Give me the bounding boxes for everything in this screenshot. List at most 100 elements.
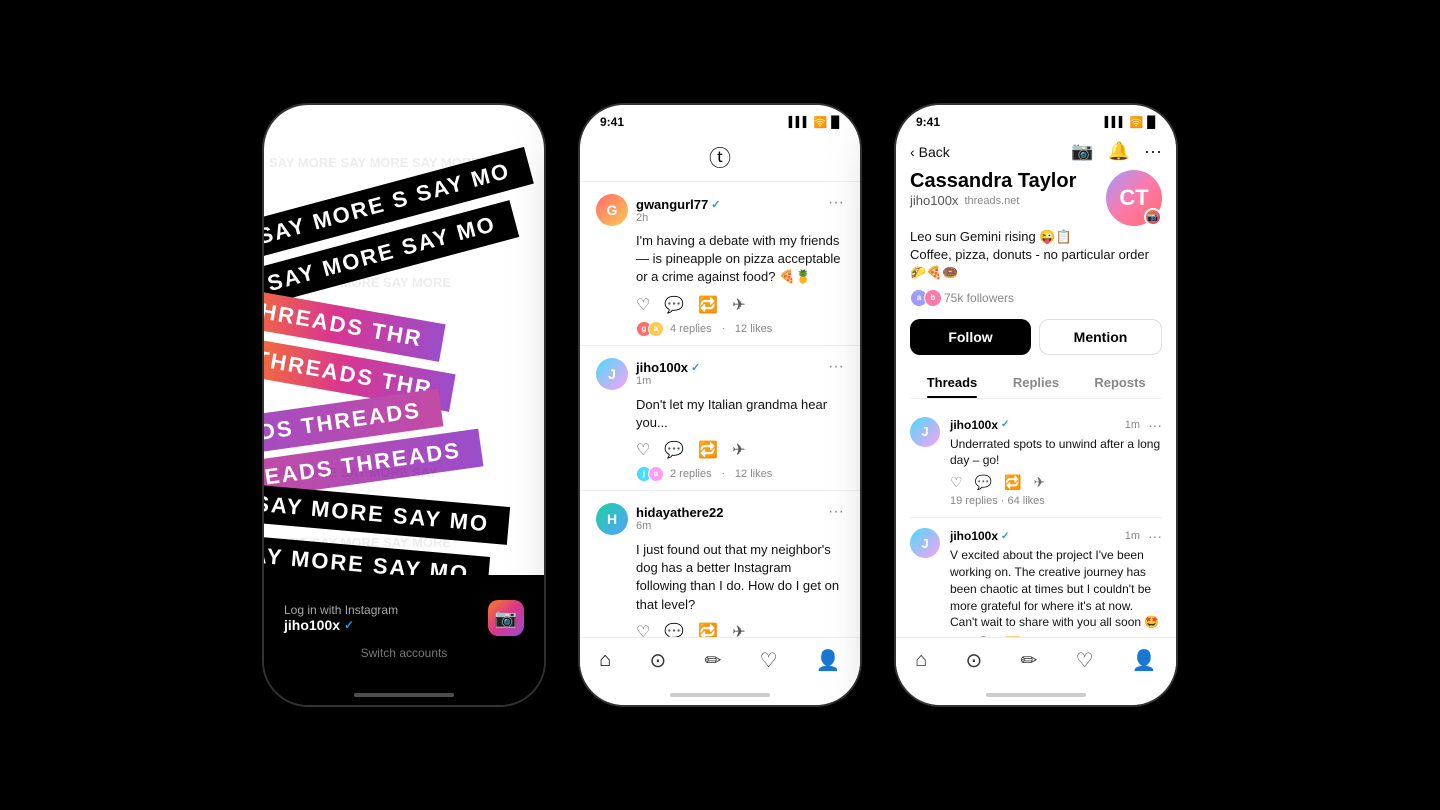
profile-post-2-username: jiho100x ✓ [950, 529, 1009, 543]
phones-container: 9:41 ▌▌▌ 🛜 ▉ SAY MORE S SAY MO SAY MORE … [0, 0, 1440, 810]
status-time-3: 9:41 [916, 115, 940, 129]
post-2-actions: ♡ 💬 🔁 ✈ [636, 440, 844, 460]
feed-scroll[interactable]: G gwangurl77 ✓ 2h ··· I [580, 182, 860, 637]
ig-logo: 📷 [495, 608, 517, 629]
post-3-username: hidayathere22 [636, 505, 723, 520]
post-2-stat-avatars: j a [636, 466, 660, 482]
post-3-more-btn[interactable]: ··· [828, 503, 844, 521]
post-3-user-row: H hidayathere22 6m [596, 503, 723, 535]
mention-button[interactable]: Mention [1039, 319, 1162, 355]
post-2-likes: 12 likes [735, 468, 772, 480]
wifi-icon-3: 🛜 [1130, 116, 1144, 129]
phone-splash: 9:41 ▌▌▌ 🛜 ▉ SAY MORE S SAY MO SAY MORE … [264, 105, 544, 705]
post-3-time: 6m [636, 520, 723, 532]
status-time-2: 9:41 [600, 115, 624, 129]
post-2-user-info: jiho100x ✓ 1m [636, 360, 700, 387]
p-share-1[interactable]: ✈ [1033, 474, 1045, 491]
post-1-stats: g a 4 replies · 12 likes [636, 321, 844, 337]
phone-feed: 9:41 ▌▌▌ 🛜 ▉ ⓣ G [580, 105, 860, 705]
home-indicator-2 [580, 685, 860, 705]
profile-post-2-time: 1m [1125, 530, 1140, 542]
post-2-more-btn[interactable]: ··· [828, 358, 844, 376]
share-icon-2[interactable]: ✈ [732, 440, 745, 460]
profile-tab-profile[interactable]: 👤 [1132, 648, 1157, 673]
post-2-replies: 2 replies [670, 468, 712, 480]
post-1-replies: 4 replies [670, 323, 712, 335]
p-repost-1[interactable]: 🔁 [1004, 474, 1021, 491]
feed-tab-bar: ⌂ ⊙ ✏ ♡ 👤 [580, 637, 860, 685]
profile-handle-row: jiho100x threads.net [910, 193, 1076, 208]
profile-body: Cassandra Taylor jiho100x threads.net CT… [896, 170, 1176, 637]
splash-background: SAY MORE S SAY MO SAY MORE SAY MO THREAD… [264, 105, 544, 585]
post-3-user-info: hidayathere22 6m [636, 505, 723, 532]
share-icon-3[interactable]: ✈ [732, 622, 745, 637]
post-2: J jiho100x ✓ 1m ··· Don [580, 346, 860, 491]
home-indicator-1 [354, 693, 454, 697]
reply-icon-2[interactable]: 💬 [664, 440, 684, 460]
post-1-time: 2h [636, 212, 720, 224]
share-icon-1[interactable]: ✈ [732, 295, 745, 315]
post-1-likes: 12 likes [735, 323, 772, 335]
tab-reposts[interactable]: Reposts [1078, 367, 1162, 398]
instagram-icon[interactable]: 📷 [488, 600, 524, 636]
repost-icon-1[interactable]: 🔁 [698, 295, 718, 315]
post-3: H hidayathere22 6m ··· I just found out … [580, 491, 860, 637]
profile-tab-heart[interactable]: ♡ [1076, 648, 1094, 673]
profile-post-1-content: jiho100x ✓ 1m ··· Underrated spots to un… [950, 417, 1162, 508]
like-icon-1[interactable]: ♡ [636, 295, 650, 315]
profile-post-2-verified: ✓ [1001, 531, 1009, 542]
repost-icon-2[interactable]: 🔁 [698, 440, 718, 460]
tab-heart-icon[interactable]: ♡ [760, 648, 778, 673]
more-options-icon[interactable]: ··· [1144, 141, 1162, 162]
post-2-username: jiho100x ✓ [636, 360, 700, 375]
post-2-user-row: J jiho100x ✓ 1m [596, 358, 700, 390]
profile-buttons: Follow Mention [910, 319, 1162, 355]
switch-accounts-link[interactable]: Switch accounts [361, 646, 448, 660]
profile-post-1-actions: ♡ 💬 🔁 ✈ [950, 474, 1162, 491]
post-1-user-info: gwangurl77 ✓ 2h [636, 197, 720, 224]
verified-badge: ✓ [344, 618, 354, 632]
repost-icon-3[interactable]: 🔁 [698, 622, 718, 637]
threads-logo: ⓣ [709, 141, 731, 173]
like-icon-2[interactable]: ♡ [636, 440, 650, 460]
tab-profile-icon[interactable]: 👤 [816, 648, 841, 673]
p-reply-1[interactable]: 💬 [975, 474, 992, 491]
status-bar-2: 9:41 ▌▌▌ 🛜 ▉ [580, 105, 860, 133]
profile-post-2-avatar: J [910, 528, 940, 558]
tab-threads[interactable]: Threads [910, 367, 994, 398]
profile-topbar: ‹ Back 📷 🔔 ··· [896, 133, 1176, 170]
post-2-avatar: J [596, 358, 628, 390]
profile-post-1-stats: 19 replies · 64 likes [950, 495, 1162, 507]
post-1-more-btn[interactable]: ··· [828, 194, 844, 212]
login-label: Log in with Instagram [284, 603, 398, 617]
profile-tab-home[interactable]: ⌂ [915, 649, 927, 672]
post-2-text: Don't let my Italian grandma hear you... [636, 396, 844, 432]
bell-icon[interactable]: 🔔 [1108, 141, 1130, 162]
follower-avatars: a b [910, 289, 938, 307]
post-1-text: I'm having a debate with my friends — is… [636, 232, 844, 287]
profile-post-2-more[interactable]: ··· [1148, 528, 1162, 544]
topbar-action-icons: 📷 🔔 ··· [1071, 141, 1162, 162]
back-button[interactable]: ‹ Back [910, 144, 950, 160]
reply-icon-3[interactable]: 💬 [664, 622, 684, 637]
p-like-1[interactable]: ♡ [950, 474, 963, 491]
like-icon-3[interactable]: ♡ [636, 622, 650, 637]
reply-icon-1[interactable]: 💬 [664, 295, 684, 315]
post-1-verified: ✓ [711, 198, 720, 211]
instagram-topbar-icon[interactable]: 📷 [1071, 141, 1093, 162]
post-1-header: G gwangurl77 ✓ 2h ··· [596, 194, 844, 226]
tab-search-icon[interactable]: ⊙ [650, 648, 667, 673]
profile-post-1-more[interactable]: ··· [1148, 417, 1162, 433]
tab-replies[interactable]: Replies [994, 367, 1078, 398]
post-3-text: I just found out that my neighbor's dog … [636, 541, 844, 614]
follow-button[interactable]: Follow [910, 319, 1031, 355]
profile-post-2-content: jiho100x ✓ 1m ··· V excited about the pr… [950, 528, 1162, 637]
profile-tab-compose[interactable]: ✏ [1021, 648, 1038, 673]
profile-post-2-header: jiho100x ✓ 1m ··· [950, 528, 1162, 544]
tab-compose-icon[interactable]: ✏ [705, 648, 722, 673]
followers-count: 75k followers [944, 291, 1014, 305]
profile-tab-search[interactable]: ⊙ [966, 648, 983, 673]
tab-home-icon[interactable]: ⌂ [599, 649, 611, 672]
post-2-time: 1m [636, 375, 700, 387]
profile-posts-list: J jiho100x ✓ 1m ··· [910, 407, 1162, 637]
